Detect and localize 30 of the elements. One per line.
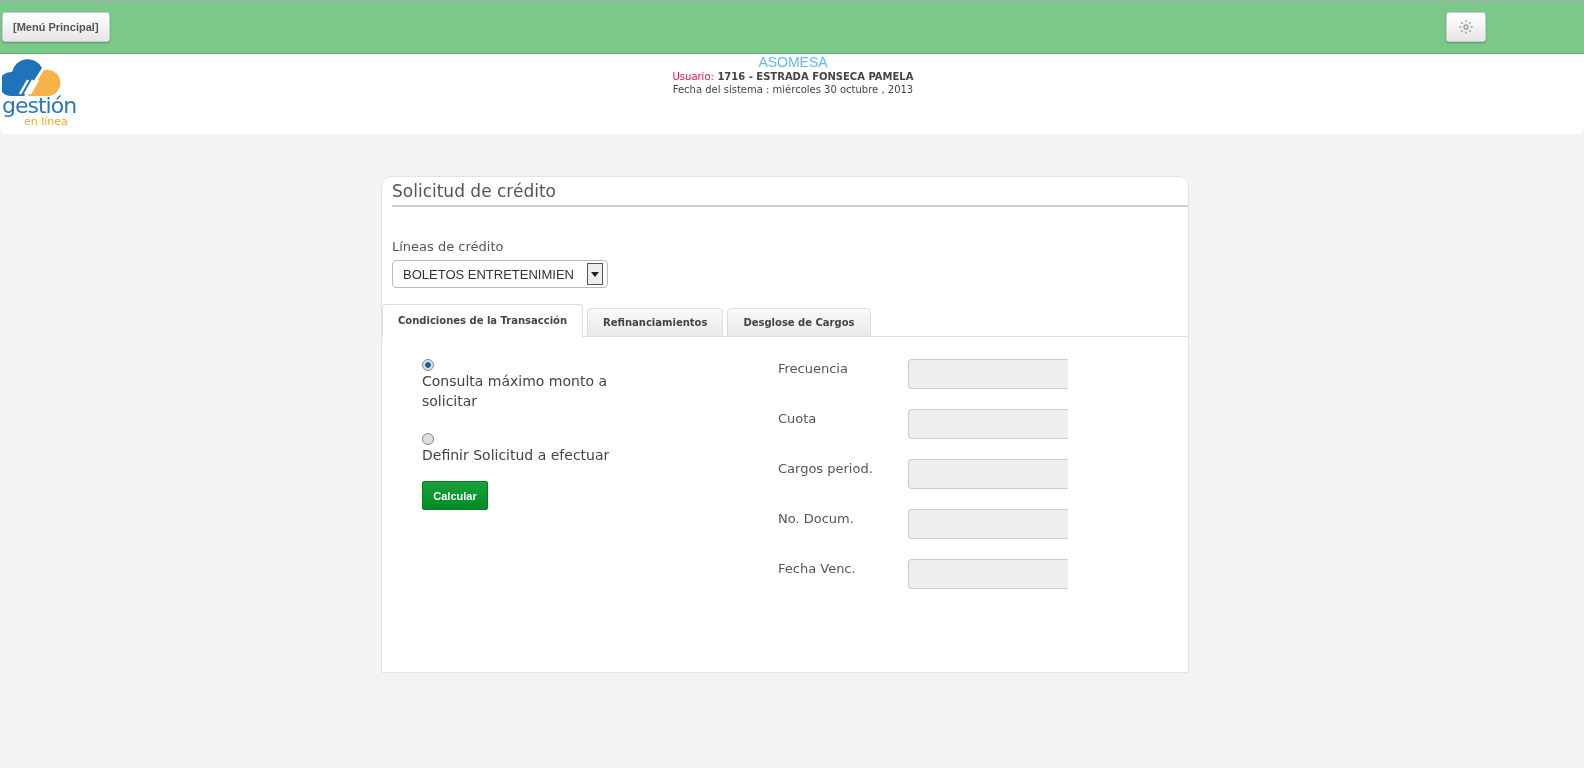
company-name: ASOMESA xyxy=(758,54,828,70)
field-label: Cuota xyxy=(778,410,818,426)
credit-line-dropdown[interactable]: BOLETOS ENTRETENIMIEN xyxy=(392,260,608,288)
caret-icon xyxy=(587,263,603,285)
field-label: Frecuencia xyxy=(778,360,849,376)
field-label: No. Docum. xyxy=(778,510,855,526)
input-field[interactable] xyxy=(908,509,1068,539)
field-label: Fecha Venc. xyxy=(778,560,857,576)
input-field[interactable] xyxy=(908,359,1068,389)
input-field[interactable] xyxy=(908,409,1068,439)
tab[interactable]: Desglose de Cargos xyxy=(727,308,871,337)
field-label: Cargos period. xyxy=(778,460,874,476)
tab[interactable]: Condiciones de la Transacción xyxy=(382,304,584,337)
option-label: Consulta máximo monto a solicitar xyxy=(422,372,608,411)
input-field[interactable] xyxy=(908,459,1068,489)
credit-lines-label: Líneas de crédito xyxy=(392,239,504,254)
calculate-button[interactable]: Calcular xyxy=(422,481,488,510)
tab[interactable]: Refinanciamientos xyxy=(587,308,724,337)
system-date: Fecha del sistema : miércoles 30 octubre , 2013 xyxy=(672,83,914,96)
logo-subtext: en línea xyxy=(24,116,68,128)
user-line: Usuario: 1716 - ESTRADA FONSECA PAMELA xyxy=(672,70,914,83)
settings-button[interactable] xyxy=(1446,12,1486,42)
settings-icon xyxy=(1458,19,1474,35)
option-label: Definir Solicitud a efectuar xyxy=(422,446,611,465)
radio-button[interactable] xyxy=(422,433,434,445)
radio-button[interactable] xyxy=(422,359,434,371)
logo-text: gestión xyxy=(2,96,77,116)
main-menu-button[interactable]: [Menú Principal] xyxy=(2,12,110,42)
input-field[interactable] xyxy=(908,559,1068,589)
form-title: Solicitud de crédito xyxy=(392,177,1188,207)
